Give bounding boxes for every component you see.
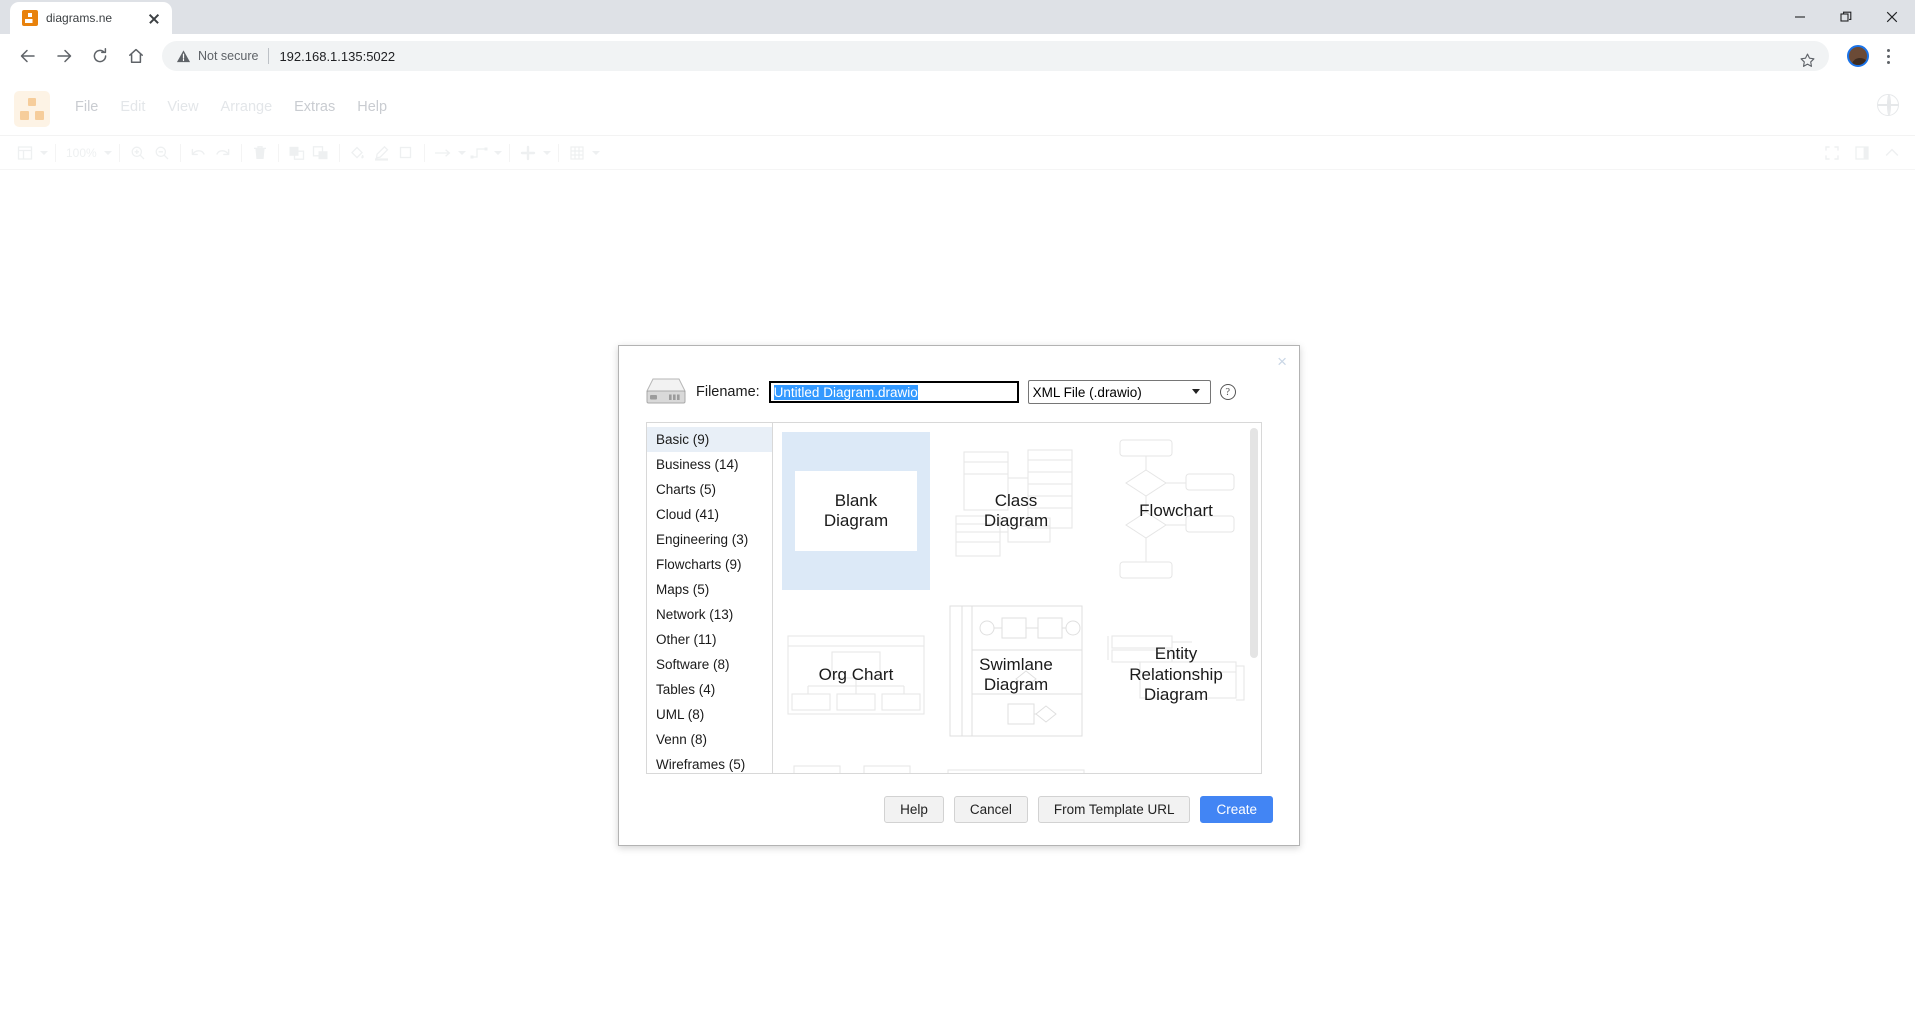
template-picker: Basic (9) Business (14) Charts (5) Cloud…	[646, 422, 1262, 774]
three-dot-menu-icon[interactable]	[1873, 40, 1903, 72]
template-misc-diagram[interactable]	[1102, 760, 1250, 773]
omnibox-divider	[268, 48, 270, 64]
window-minimize-button[interactable]	[1777, 0, 1823, 34]
template-sequence-diagram[interactable]	[782, 760, 930, 773]
category-item-engineering[interactable]: Engineering (3)	[647, 527, 772, 552]
template-panel: Blank Diagram Class Diagram Flowchart Or…	[773, 422, 1262, 774]
filename-row: Filename: XML File (.drawio) ?	[645, 375, 1236, 409]
browser-chrome: diagrams.ne Not secure 192.168.1.135:502…	[0, 0, 1915, 78]
filetype-select[interactable]: XML File (.drawio)	[1027, 380, 1211, 404]
category-list[interactable]: Basic (9) Business (14) Charts (5) Cloud…	[646, 422, 773, 774]
profile-avatar[interactable]	[1847, 45, 1869, 67]
template-kanban-board[interactable]	[942, 760, 1090, 773]
category-item-software[interactable]: Software (8)	[647, 652, 772, 677]
window-controls	[1777, 0, 1915, 34]
template-entity-relationship-diagram[interactable]: Entity Relationship Diagram	[1102, 596, 1250, 754]
drawio-app: File Edit View Arrange Extras Help 100%	[0, 78, 1915, 1035]
browser-tabstrip: diagrams.ne	[0, 0, 1915, 34]
drawio-favicon	[22, 10, 38, 26]
template-org-chart[interactable]: Org Chart	[782, 596, 930, 754]
dialog-close-icon[interactable]: ×	[1277, 353, 1287, 370]
category-item-venn[interactable]: Venn (8)	[647, 727, 772, 752]
template-label: Entity Relationship Diagram	[1129, 644, 1223, 705]
category-item-tables[interactable]: Tables (4)	[647, 677, 772, 702]
filetype-select-wrapper: XML File (.drawio)	[1027, 380, 1211, 404]
template-swimlane-diagram[interactable]: Swimlane Diagram	[942, 596, 1090, 754]
category-item-maps[interactable]: Maps (5)	[647, 577, 772, 602]
bookmark-star-icon[interactable]	[1791, 44, 1823, 76]
hard-drive-icon	[646, 378, 686, 404]
modal-overlay: × Filename: XML File (.drawio)	[0, 78, 1915, 1035]
warning-triangle-icon	[176, 49, 191, 62]
template-grid: Blank Diagram Class Diagram Flowchart Or…	[782, 432, 1254, 773]
browser-toolbar: Not secure 192.168.1.135:5022	[0, 34, 1915, 78]
template-label: Flowchart	[1139, 500, 1213, 520]
address-bar[interactable]: Not secure 192.168.1.135:5022	[162, 41, 1829, 71]
new-diagram-dialog: × Filename: XML File (.drawio)	[618, 345, 1300, 846]
security-status[interactable]: Not secure	[176, 49, 258, 64]
template-scrollbar-thumb[interactable]	[1250, 428, 1258, 658]
browser-tab[interactable]: diagrams.ne	[10, 2, 172, 34]
menu-dot	[1886, 54, 1890, 58]
help-question-icon[interactable]: ?	[1219, 384, 1236, 400]
create-button[interactable]: Create	[1200, 796, 1273, 823]
category-item-network[interactable]: Network (13)	[647, 602, 772, 627]
template-label: Class Diagram	[983, 490, 1049, 530]
category-item-business[interactable]: Business (14)	[647, 452, 772, 477]
tab-title: diagrams.ne	[46, 11, 113, 25]
menu-dot	[1886, 48, 1890, 52]
window-close-button[interactable]	[1869, 0, 1915, 34]
reload-icon[interactable]	[84, 40, 116, 72]
url-text: 192.168.1.135:5022	[279, 48, 396, 64]
home-icon[interactable]	[120, 40, 152, 72]
template-label: Org Chart	[818, 664, 894, 684]
menu-dot	[1886, 60, 1890, 64]
category-item-other[interactable]: Other (11)	[647, 627, 772, 652]
back-arrow-icon[interactable]	[12, 40, 44, 72]
template-flowchart[interactable]: Flowchart	[1102, 432, 1250, 590]
help-button[interactable]: Help	[884, 796, 944, 823]
category-item-basic[interactable]: Basic (9)	[647, 427, 772, 452]
dialog-button-row: Help Cancel From Template URL Create	[884, 796, 1273, 823]
window-restore-button[interactable]	[1823, 0, 1869, 34]
category-item-cloud[interactable]: Cloud (41)	[647, 502, 772, 527]
template-class-diagram[interactable]: Class Diagram	[942, 432, 1090, 590]
category-item-uml[interactable]: UML (8)	[647, 702, 772, 727]
category-item-flowcharts[interactable]: Flowcharts (9)	[647, 552, 772, 577]
template-label: Blank Diagram	[823, 490, 889, 530]
tab-close-icon[interactable]	[146, 10, 162, 26]
template-scrollbar[interactable]	[1250, 426, 1258, 772]
template-label: Swimlane Diagram	[979, 654, 1053, 694]
template-blank-diagram[interactable]: Blank Diagram	[782, 432, 930, 590]
cancel-button[interactable]: Cancel	[953, 796, 1028, 823]
security-label: Not secure	[198, 49, 259, 63]
forward-arrow-icon[interactable]	[48, 40, 80, 72]
filename-input[interactable]	[768, 381, 1019, 403]
from-template-url-button[interactable]: From Template URL	[1037, 796, 1191, 823]
category-item-charts[interactable]: Charts (5)	[647, 477, 772, 502]
filename-label: Filename:	[696, 384, 760, 400]
category-item-wireframes[interactable]: Wireframes (5)	[647, 752, 772, 773]
